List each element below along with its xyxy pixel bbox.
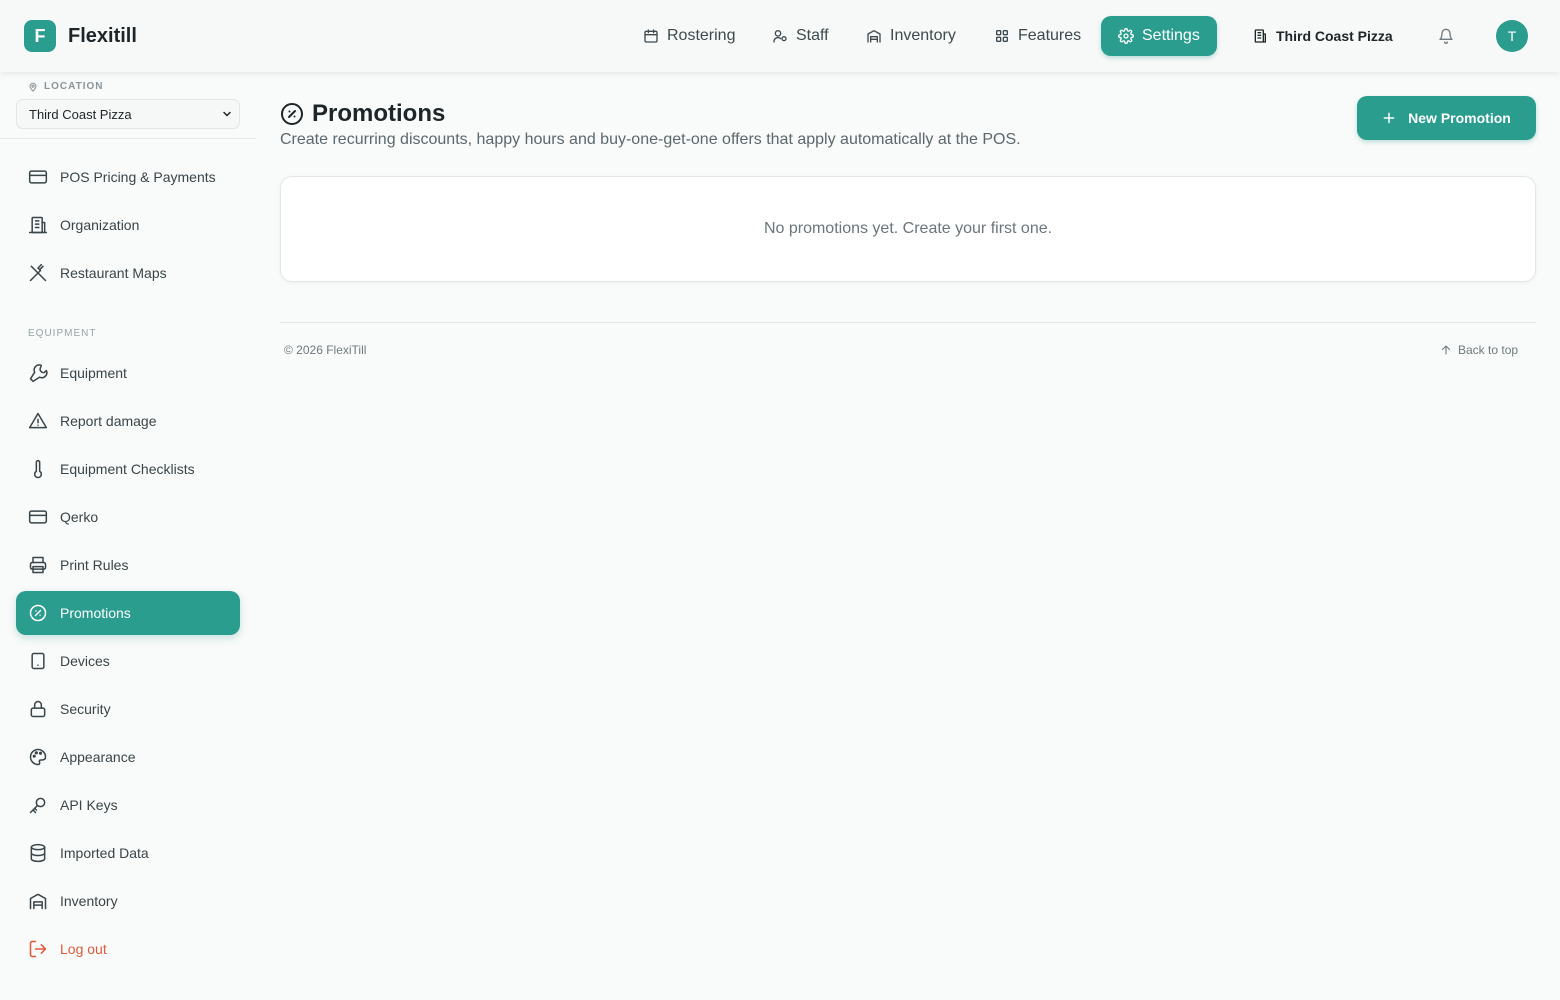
palette-icon [29,748,47,766]
warning-triangle-icon [28,412,48,429]
wrench-icon [29,364,48,383]
building-icon [28,216,48,234]
sidebar-item-label: Devices [60,653,110,669]
logout-button[interactable]: Log out [16,927,240,971]
sidebar-item-label: Print Rules [60,557,129,573]
sidebar-divider [0,138,256,139]
sidebar-item-label: API Keys [60,797,118,813]
utensils-crossed-icon [29,263,47,282]
new-promotion-button[interactable]: New Promotion [1357,96,1536,140]
sidebar-item-label: Appearance [60,749,136,765]
printer-icon [29,556,47,574]
page-title-text: Promotions [312,100,446,127]
grid-icon [996,29,1008,42]
location-label: LOCATION [28,81,103,92]
sidebar-item-report-damage[interactable]: Report damage [16,399,240,443]
nav-staff[interactable]: Staff [772,16,829,56]
location-switcher[interactable]: Third Coast Pizza [1252,16,1393,56]
location-select[interactable]: Third Coast Pizza [16,99,240,129]
sidebar-item-qerko[interactable]: Qerko [16,495,240,539]
sidebar-item-equipment-checklists[interactable]: Equipment Checklists [16,447,240,491]
plus-icon [1383,112,1395,124]
bell-icon[interactable] [1438,28,1454,44]
sidebar-item-inventory[interactable]: Inventory [16,879,240,923]
tablet-icon [31,652,45,670]
database-icon [30,843,46,863]
copyright: © 2026 FlexiTill [284,343,367,357]
lock-icon [30,700,46,718]
avatar[interactable]: T [1496,20,1528,52]
sidebar-item-restaurant-maps[interactable]: Restaurant Maps [16,251,240,295]
nav-staff-label: Staff [796,27,829,44]
sidebar-item-print-rules[interactable]: Print Rules [16,543,240,587]
badge-percent-icon [281,103,303,125]
sidebar-item-label: Organization [60,217,140,233]
sidebar-item-api-keys[interactable]: API Keys [16,783,240,827]
sidebar-item-label: Qerko [60,509,99,525]
location-label-text: LOCATION [44,81,104,92]
users-icon [773,30,787,43]
location-select-value: Third Coast Pizza [29,106,132,122]
sidebar-item-devices[interactable]: Devices [16,639,240,683]
footer-divider [280,322,1536,323]
sidebar-item-label: Promotions [60,605,131,621]
sidebar-item-appearance[interactable]: Appearance [16,735,240,779]
sidebar: LOCATION Third Coast Pizza POS Pricing &… [0,72,256,1000]
nav-settings-label: Settings [1142,27,1200,44]
calendar-icon [644,29,658,43]
back-to-top-label: Back to top [1458,343,1519,357]
map-pin-icon [29,82,37,92]
arrow-up-icon [1441,345,1451,355]
brand[interactable]: F Flexitill [24,20,137,52]
sidebar-item-label: POS Pricing & Payments [60,169,216,185]
nav-rostering[interactable]: Rostering [643,16,735,56]
sidebar-item-equipment[interactable]: Equipment [16,351,240,395]
nav-inventory-label: Inventory [890,27,956,44]
sidebar-item-label: Security [60,701,111,717]
logout-label: Log out [60,941,107,957]
sidebar-item-promotions[interactable]: Promotions [16,591,240,635]
key-icon [29,797,46,814]
credit-card-icon [28,170,48,184]
brand-logo: F [24,20,56,52]
sidebar-item-label: Report damage [60,413,157,429]
warehouse-icon [29,893,47,910]
sidebar-item-label: Inventory [60,893,118,909]
section-label-equipment: EQUIPMENT [28,328,97,339]
sidebar-item-label: Restaurant Maps [60,265,167,281]
sidebar-item-pos-pricing[interactable]: POS Pricing & Payments [16,155,240,199]
brand-name: Flexitill [68,24,137,47]
chevron-down-icon [223,111,231,117]
empty-state-message: No promotions yet. Create your first one… [763,220,1053,237]
page-subtitle: Create recurring discounts, happy hours … [280,131,1021,148]
nav-features[interactable]: Features [994,16,1081,56]
gear-icon [1118,28,1134,44]
new-promotion-label: New Promotion [1408,110,1511,126]
nav-features-label: Features [1018,27,1082,44]
sidebar-item-security[interactable]: Security [16,687,240,731]
building-icon [1254,29,1266,43]
back-to-top-link[interactable]: Back to top [1440,343,1518,357]
badge-percent-icon [29,604,47,622]
sidebar-item-label: Imported Data [60,845,149,861]
top-bar: F Flexitill Rostering Staff Inventory Fe… [0,0,1560,72]
empty-state-card: No promotions yet. Create your first one… [280,176,1536,282]
sidebar-item-imported-data[interactable]: Imported Data [16,831,240,875]
sidebar-item-label: Equipment Checklists [60,461,195,477]
nav-inventory[interactable]: Inventory [866,16,956,56]
page-title: Promotions [280,100,445,128]
logout-icon [29,940,47,958]
credit-card-icon [28,510,48,524]
nav-rostering-label: Rostering [667,27,736,44]
sidebar-item-label: Equipment [60,365,127,381]
thermometer-icon [33,459,43,479]
location-switcher-label: Third Coast Pizza [1276,28,1393,44]
sidebar-item-organization[interactable]: Organization [16,203,240,247]
warehouse-icon [867,30,881,43]
nav-settings[interactable]: Settings [1101,16,1217,56]
